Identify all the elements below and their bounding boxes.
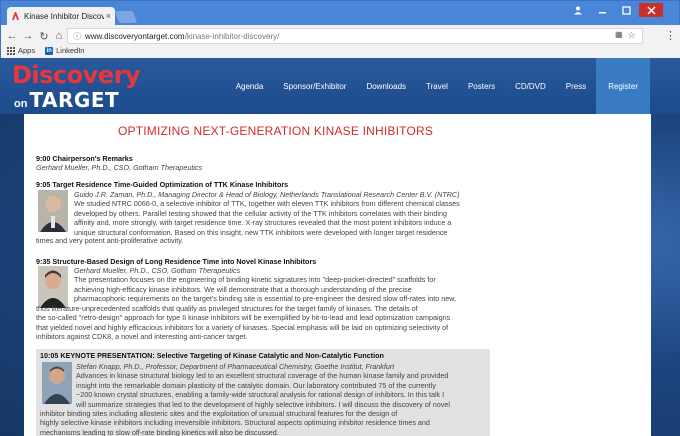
- browser-window-frame: Kinase Inhibitor Discove × ← → ↻ ⌂ ⓘ www…: [0, 0, 680, 59]
- session-abstract: inhibitor binding sites including allost…: [40, 409, 398, 418]
- site-favicon-icon: [11, 11, 20, 20]
- session-abstract: mechanisms leading to slow off-rate bind…: [40, 427, 279, 436]
- session-item: 10:05 KEYNOTE PRESENTATION: Selective Ta…: [40, 351, 488, 360]
- speaker-photo: [38, 190, 68, 232]
- bookmarks-bar: Apps in LinkedIn: [7, 46, 84, 55]
- session-abstract: times and very potent anti-proliferative…: [36, 236, 184, 245]
- close-window-icon[interactable]: [639, 3, 663, 17]
- session-speaker: Gerhard Mueller, Ph.D., CSO, Gotham Ther…: [36, 163, 203, 173]
- session-abstract: Advances in kinase structural biology le…: [76, 371, 449, 381]
- info-icon[interactable]: ⓘ: [73, 31, 81, 42]
- menu-kebab-icon[interactable]: ⋮: [665, 29, 676, 42]
- linkedin-icon: in: [45, 46, 54, 55]
- window-controls: [567, 3, 663, 17]
- bookmark-label: Apps: [18, 46, 36, 55]
- nav-register-button[interactable]: Register: [596, 58, 650, 114]
- nav-travel[interactable]: Travel: [416, 58, 458, 114]
- nav-posters[interactable]: Posters: [458, 58, 505, 114]
- address-bar-actions: ▦ ☆: [615, 30, 636, 41]
- page-title: OPTIMIZING NEXT-GENERATION KINASE INHIBI…: [118, 124, 434, 138]
- new-tab-button[interactable]: [114, 11, 138, 23]
- session-time: 9:35: [36, 257, 51, 266]
- session-abstract: inhibitors against CDK8, a novel and int…: [36, 332, 248, 342]
- url-host: www.discoveryontarget.com: [85, 31, 185, 41]
- main-nav: Agenda Sponsor/Exhibitor Downloads Trave…: [226, 58, 650, 114]
- logo-target: TARGET: [29, 88, 120, 112]
- session-title: Target Residence Time-Guided Optimizatio…: [52, 180, 289, 189]
- session-abstract: thus literature-unprecedented scaffolds …: [36, 304, 418, 313]
- session-abstract: developed by others. Parallel testing sh…: [74, 208, 448, 218]
- speaker-photo: [38, 266, 68, 308]
- session-abstract: that yielded novel and highly efficaciou…: [36, 322, 449, 332]
- browser-tab[interactable]: Kinase Inhibitor Discove ×: [7, 7, 115, 25]
- session-details: Stefan Knapp, Ph.D., Professor, Departme…: [76, 362, 490, 409]
- bookmark-linkedin[interactable]: in LinkedIn: [45, 46, 84, 55]
- session-speaker: Gerhard Mueller, Ph.D., CSO, Gotham Ther…: [74, 266, 241, 275]
- bookmark-apps[interactable]: Apps: [7, 46, 35, 55]
- maximize-icon[interactable]: [615, 3, 637, 17]
- session-item: 9:05 Target Residence Time-Guided Optimi…: [36, 180, 636, 189]
- tab-close-icon[interactable]: ×: [106, 11, 111, 21]
- logo-discovery: Discovery: [12, 61, 141, 89]
- nav-sponsor-exhibitor[interactable]: Sponsor/Exhibitor: [273, 58, 356, 114]
- tab-title: Kinase Inhibitor Discove: [24, 11, 104, 21]
- main-content: OPTIMIZING NEXT-GENERATION KINASE INHIBI…: [24, 114, 651, 436]
- session-speaker: Stefan Knapp, Ph.D., Professor, Departme…: [76, 362, 395, 371]
- home-icon[interactable]: ⌂: [52, 29, 66, 43]
- forward-arrow-icon[interactable]: →: [21, 29, 35, 43]
- session-abstract: achieving high-efficacy kinase inhibitor…: [74, 284, 412, 294]
- speaker-photo: [42, 362, 72, 404]
- session-speaker: Guido J.R. Zaman, Ph.D., Managing Direct…: [74, 190, 460, 199]
- reload-icon[interactable]: ↻: [37, 29, 51, 43]
- minimize-icon[interactable]: [591, 3, 613, 17]
- session-abstract: pharmacophoric requirements on the targe…: [74, 294, 456, 304]
- session-details: thus literature-unprecedented scaffolds …: [36, 304, 642, 342]
- session-details: Gerhard Mueller, Ph.D., CSO, Gotham Ther…: [74, 266, 644, 304]
- session-abstract: the so-called "retro-design" approach fo…: [36, 313, 451, 323]
- session-item: 9:35 Structure-Based Design of Long Resi…: [36, 257, 636, 266]
- url-path: /kinase-inhibitor-discovery/: [184, 31, 280, 41]
- session-title: KEYNOTE PRESENTATION: Selective Targetin…: [60, 351, 384, 360]
- session-title: Structure-Based Design of Long Residence…: [52, 257, 317, 266]
- bookmark-label: LinkedIn: [56, 46, 85, 55]
- session-abstract: highly selective kinase inhibitors inclu…: [40, 418, 430, 428]
- site-logo[interactable]: Discovery on TARGET: [12, 61, 141, 112]
- tab-bar: Kinase Inhibitor Discove ×: [1, 1, 680, 25]
- session-time: 10:05: [40, 351, 59, 360]
- nav-press[interactable]: Press: [556, 58, 596, 114]
- site-header: Discovery on TARGET Agenda Sponsor/Exhib…: [0, 58, 680, 114]
- logo-on: on: [14, 98, 28, 110]
- address-bar[interactable]: ⓘ www.discoveryontarget.com /kinase-inhi…: [67, 28, 643, 44]
- session-abstract: affinity and, more strongly, with target…: [74, 218, 452, 228]
- session-abstract: We studied NTRC 0066-0, a selective inhi…: [74, 199, 460, 209]
- nav-agenda[interactable]: Agenda: [226, 58, 274, 114]
- user-profile-icon[interactable]: [567, 3, 589, 17]
- translate-icon[interactable]: ▦: [615, 30, 623, 41]
- session-time: 9:00: [36, 154, 51, 163]
- nav-cd-dvd[interactable]: CD/DVD: [505, 58, 556, 114]
- session-abstract: will summarize strategies that led to th…: [76, 399, 450, 409]
- session-title: Chairperson's Remarks: [52, 154, 133, 163]
- session-abstract: The presentation focuses on the engineer…: [74, 275, 436, 285]
- nav-downloads[interactable]: Downloads: [356, 58, 416, 114]
- session-abstract: insight into the remarkable domain plast…: [76, 380, 436, 390]
- apps-grid-icon: [7, 46, 15, 55]
- browser-toolbar: ← → ↻ ⌂ ⓘ www.discoveryontarget.com /kin…: [1, 25, 680, 59]
- session-item: 9:00 Chairperson's Remarks Gerhard Muell…: [36, 154, 636, 173]
- session-abstract: ~200 known crystal structures, enabling …: [76, 390, 445, 400]
- session-details: Guido J.R. Zaman, Ph.D., Managing Direct…: [74, 190, 644, 237]
- session-details: inhibitor binding sites including allost…: [40, 409, 490, 436]
- back-arrow-icon[interactable]: ←: [5, 29, 19, 43]
- session-time: 9:05: [36, 180, 51, 189]
- bookmark-star-icon[interactable]: ☆: [628, 30, 636, 41]
